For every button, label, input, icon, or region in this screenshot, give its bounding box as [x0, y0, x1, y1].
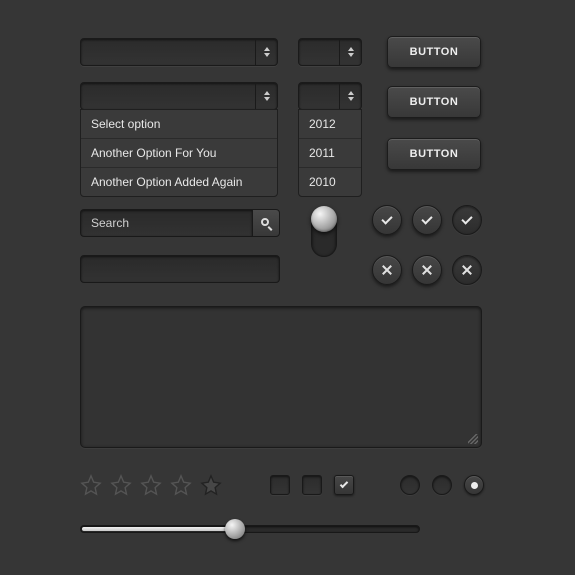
text-input[interactable]	[80, 255, 280, 283]
slider-fill	[82, 527, 234, 531]
check-circle-1[interactable]	[372, 205, 402, 235]
button-3[interactable]: BUTTON	[387, 138, 481, 170]
select-main-1[interactable]	[80, 38, 278, 66]
select-option[interactable]: 2012	[299, 110, 361, 139]
search-input[interactable]	[80, 209, 252, 237]
search-icon	[261, 218, 272, 229]
select-year-2-dropdown: 2012 2011 2010	[298, 109, 362, 197]
checkbox-1[interactable]	[270, 475, 290, 495]
star-rating	[80, 474, 222, 496]
x-icon	[421, 264, 433, 276]
x-icon	[461, 264, 473, 276]
chevron-updown-icon	[255, 83, 277, 109]
star-3[interactable]	[140, 474, 162, 496]
search-wrap	[80, 209, 280, 237]
radio-2[interactable]	[432, 475, 452, 495]
check-icon	[381, 213, 392, 224]
select-option[interactable]: Another Option Added Again	[81, 168, 277, 196]
check-icon	[421, 213, 432, 224]
button-1[interactable]: BUTTON	[387, 36, 481, 68]
check-circle-3[interactable]	[452, 205, 482, 235]
x-circle-3[interactable]	[452, 255, 482, 285]
button-2[interactable]: BUTTON	[387, 86, 481, 118]
star-1[interactable]	[80, 474, 102, 496]
star-2[interactable]	[110, 474, 132, 496]
radio-1[interactable]	[400, 475, 420, 495]
chevron-updown-icon	[339, 39, 361, 65]
toggle-knob[interactable]	[311, 206, 337, 232]
star-5[interactable]	[200, 474, 222, 496]
select-main-2-dropdown: Select option Another Option For You Ano…	[80, 109, 278, 197]
slider[interactable]	[80, 525, 420, 533]
radio-3[interactable]	[464, 475, 484, 495]
x-circle-2[interactable]	[412, 255, 442, 285]
textarea[interactable]	[80, 306, 482, 448]
star-4[interactable]	[170, 474, 192, 496]
check-icon	[461, 213, 472, 224]
x-circle-1[interactable]	[372, 255, 402, 285]
radio-dot-icon	[471, 482, 478, 489]
slider-thumb[interactable]	[225, 519, 245, 539]
check-circle-2[interactable]	[412, 205, 442, 235]
select-option[interactable]: Select option	[81, 110, 277, 139]
search-button[interactable]	[252, 209, 280, 237]
checkbox-2[interactable]	[302, 475, 322, 495]
chevron-updown-icon	[339, 83, 361, 109]
select-option[interactable]: 2011	[299, 139, 361, 168]
checkbox-3[interactable]	[334, 475, 354, 495]
select-main-2[interactable]	[80, 82, 278, 110]
select-year-2[interactable]	[298, 82, 362, 110]
chevron-updown-icon	[255, 39, 277, 65]
select-option[interactable]: 2010	[299, 168, 361, 196]
check-icon	[340, 479, 348, 487]
select-option[interactable]: Another Option For You	[81, 139, 277, 168]
x-icon	[381, 264, 393, 276]
select-year-1[interactable]	[298, 38, 362, 66]
